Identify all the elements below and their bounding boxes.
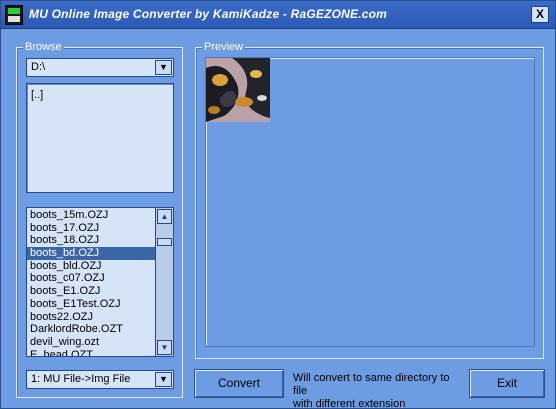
convert-note-line2: with different extension xyxy=(293,398,406,409)
file-list[interactable]: boots_15m.OZJ boots_17.OZJ boots_18.OZJ … xyxy=(26,207,174,357)
file-list-item[interactable]: DarklordRobe.OZT xyxy=(27,323,155,336)
conversion-mode-value: 1: MU File->Img File xyxy=(31,373,131,385)
convert-note-line1: Will convert to same directory to file xyxy=(293,372,450,397)
file-list-scrollbar[interactable]: ▲ ▼ xyxy=(155,208,173,356)
exit-button[interactable]: Exit xyxy=(469,369,545,398)
close-button[interactable]: X xyxy=(531,6,549,23)
file-list-item-selected[interactable]: boots_bd.OZJ xyxy=(27,247,155,260)
preview-legend: Preview xyxy=(202,41,246,53)
convert-button[interactable]: Convert xyxy=(194,369,284,398)
file-list-item[interactable]: boots_bld.OZJ xyxy=(27,260,155,273)
drive-value: D:\ xyxy=(31,61,46,73)
file-list-item[interactable]: boots_E1Test.OZJ xyxy=(27,298,155,311)
file-list-item[interactable]: boots_15m.OZJ xyxy=(27,209,155,222)
convert-note: Will convert to same directory to file w… xyxy=(293,372,465,409)
scroll-up-icon[interactable]: ▲ xyxy=(157,209,172,224)
window-title: MU Online Image Converter by KamiKadze -… xyxy=(29,7,388,21)
chevron-down-icon[interactable]: ▼ xyxy=(155,372,172,387)
file-list-item[interactable]: boots22.OZJ xyxy=(27,311,155,324)
chevron-down-icon[interactable]: ▼ xyxy=(155,60,172,75)
app-logo-icon xyxy=(5,5,23,25)
texture-preview-image xyxy=(206,58,270,122)
scrollbar-thumb[interactable] xyxy=(157,238,172,246)
file-list-item[interactable]: boots_17.OZJ xyxy=(27,222,155,235)
file-list-item[interactable]: boots_E1.OZJ xyxy=(27,285,155,298)
conversion-mode-select[interactable]: 1: MU File->Img File ▼ xyxy=(26,370,174,389)
app-window: MU Online Image Converter by KamiKadze -… xyxy=(0,0,556,409)
file-list-item[interactable]: E_head.OZT xyxy=(27,349,155,356)
file-list-item[interactable]: boots_18.OZJ xyxy=(27,234,155,247)
directory-list[interactable]: [..] xyxy=(26,83,174,193)
file-list-item[interactable]: boots_c07.OZJ xyxy=(27,272,155,285)
file-list-item[interactable]: devil_wing.ozt xyxy=(27,336,155,349)
directory-item-parent[interactable]: [..] xyxy=(31,89,43,101)
scroll-down-icon[interactable]: ▼ xyxy=(157,340,172,355)
browse-legend: Browse xyxy=(23,41,64,53)
title-bar[interactable]: MU Online Image Converter by KamiKadze -… xyxy=(1,1,555,29)
drive-select[interactable]: D:\ ▼ xyxy=(26,58,174,77)
